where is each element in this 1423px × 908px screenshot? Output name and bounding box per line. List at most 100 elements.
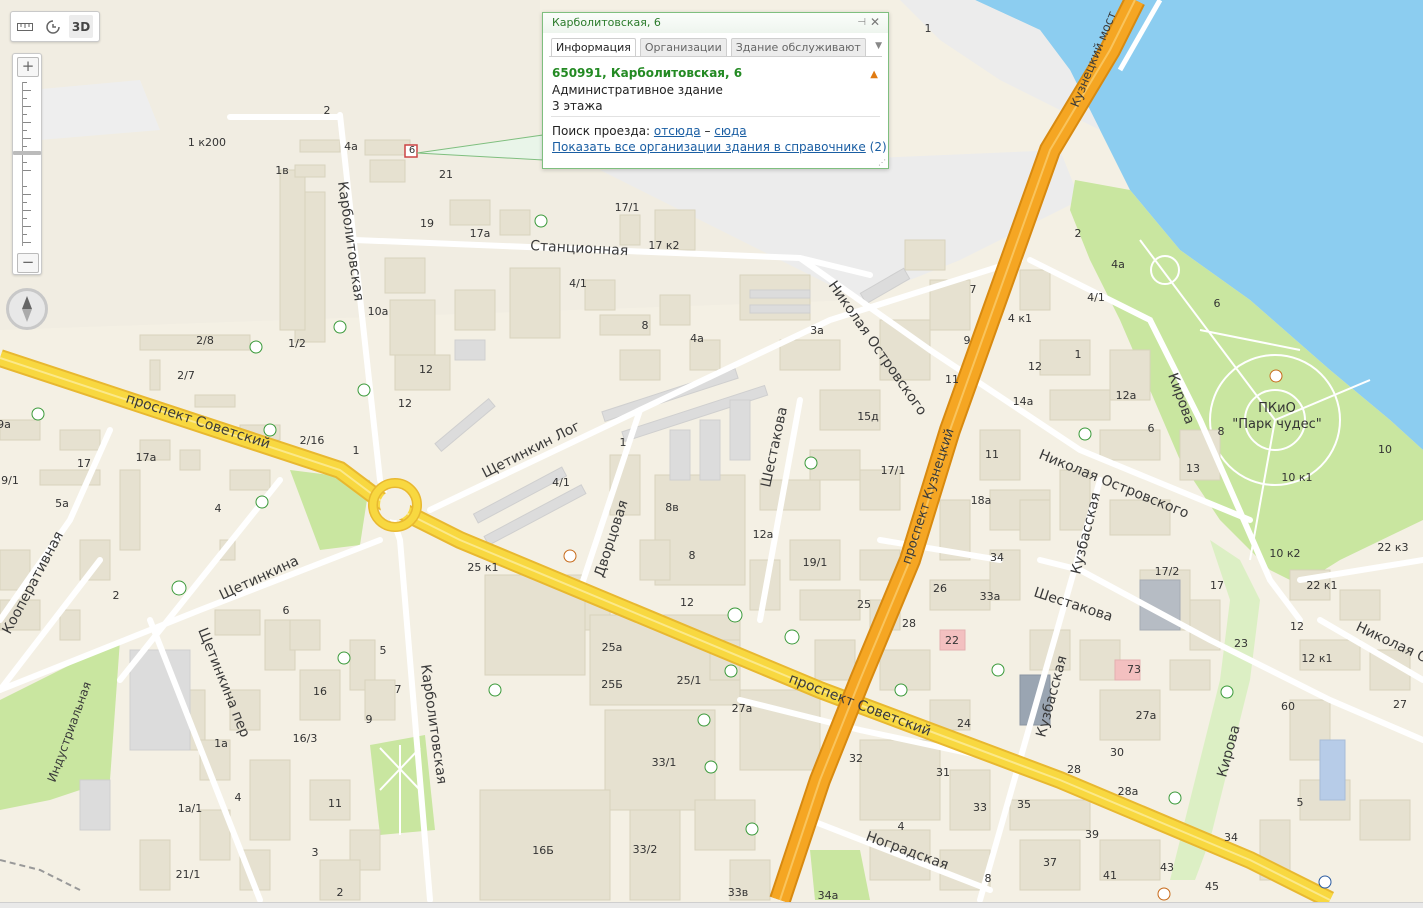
zoom-slider[interactable] bbox=[22, 82, 32, 246]
house-number: 27а bbox=[732, 702, 753, 715]
house-number: 10 к1 bbox=[1281, 471, 1312, 484]
house-number: 17/1 bbox=[881, 464, 906, 477]
bank-icon bbox=[333, 320, 347, 334]
bank-icon bbox=[1220, 685, 1234, 699]
house-number: 3а bbox=[810, 324, 824, 337]
playground-icon bbox=[563, 549, 577, 563]
map-toolbar: 3D bbox=[10, 11, 100, 42]
resize-icon[interactable]: ⋰ bbox=[878, 158, 886, 167]
3d-mode-button[interactable]: 3D bbox=[69, 15, 93, 38]
house-number: 1 bbox=[925, 22, 932, 35]
house-number: 4/1 bbox=[1087, 291, 1105, 304]
house-number: 34 bbox=[990, 551, 1004, 564]
route-from-link[interactable]: отсюда bbox=[654, 124, 701, 138]
house-number: 25/1 bbox=[677, 674, 702, 687]
house-number: 27 bbox=[1393, 698, 1407, 711]
popup-header-title: Карболитовская, 6 bbox=[552, 16, 661, 29]
house-number: 10а bbox=[368, 305, 389, 318]
house-number: 2/8 bbox=[196, 334, 214, 347]
show-all-orgs-link[interactable]: Показать все организации здания в справо… bbox=[552, 140, 866, 154]
close-icon[interactable]: ✕ bbox=[870, 15, 880, 29]
museum-icon bbox=[1078, 427, 1092, 441]
zoom-control: + − bbox=[12, 53, 42, 275]
house-number: 2 bbox=[337, 886, 344, 899]
house-number: 7 bbox=[970, 283, 977, 296]
house-number: 32 bbox=[849, 752, 863, 765]
house-number: 13 bbox=[1186, 462, 1200, 475]
zoom-out-button[interactable]: − bbox=[17, 253, 39, 273]
bank-icon bbox=[249, 340, 263, 354]
house-number: 4а bbox=[690, 332, 704, 345]
zoom-in-button[interactable]: + bbox=[17, 57, 39, 77]
house-number: 35 bbox=[1017, 798, 1031, 811]
popup-header: Карболитовская, 6 ⊣ ✕ bbox=[543, 13, 888, 33]
house-number: 25а bbox=[602, 641, 623, 654]
house-number: 9/1 bbox=[1, 474, 19, 487]
park-name-line2: "Парк чудес" bbox=[1232, 417, 1321, 432]
house-number: 28а bbox=[1118, 785, 1139, 798]
ruler-icon[interactable] bbox=[11, 13, 39, 40]
chevron-down-icon[interactable]: ▼ bbox=[875, 41, 882, 51]
house-number: 17а bbox=[136, 451, 157, 464]
house-number: 12 bbox=[419, 363, 433, 376]
house-number: 2/16 bbox=[300, 434, 325, 447]
house-number: 1 bbox=[620, 436, 627, 449]
house-number: 25Б bbox=[601, 678, 623, 691]
house-number: 8 bbox=[689, 549, 696, 562]
house-number: 16/3 bbox=[293, 732, 318, 745]
zoom-handle[interactable] bbox=[13, 151, 41, 155]
house-number: 5 bbox=[1297, 796, 1304, 809]
house-number: 2 bbox=[113, 589, 120, 602]
house-number: 1в bbox=[275, 164, 288, 177]
history-icon[interactable] bbox=[39, 13, 67, 40]
house-number: 6 bbox=[283, 604, 290, 617]
house-number: 8 bbox=[1218, 425, 1225, 438]
house-number: 33/1 bbox=[652, 756, 677, 769]
floors-count: 3 этажа bbox=[552, 99, 603, 113]
pharmacy-icon bbox=[991, 663, 1005, 677]
address-title: 650991, Карболитовская, 6 bbox=[552, 66, 743, 80]
house-number: 4/1 bbox=[552, 476, 570, 489]
pin-icon[interactable]: ⊣ bbox=[857, 17, 866, 28]
house-number: 22 bbox=[945, 634, 959, 647]
house-number: 4 bbox=[215, 502, 222, 515]
house-number: 17 bbox=[1210, 579, 1224, 592]
house-number: 8в bbox=[665, 501, 678, 514]
house-number: 28 bbox=[1067, 763, 1081, 776]
house-number: 22 к1 bbox=[1306, 579, 1337, 592]
house-number: 12 bbox=[398, 397, 412, 410]
house-number: 12 bbox=[1028, 360, 1042, 373]
compass-button[interactable] bbox=[6, 288, 48, 330]
house-number: 8 bbox=[642, 319, 649, 332]
house-number: 17/1 bbox=[615, 201, 640, 214]
house-number: 21/1 bbox=[176, 868, 201, 881]
route-to-link[interactable]: сюда bbox=[714, 124, 746, 138]
house-number: 9 bbox=[964, 334, 971, 347]
tab-information[interactable]: Информация bbox=[551, 38, 636, 57]
house-number: 28 bbox=[902, 617, 916, 630]
park-name-line1: ПКиО bbox=[1258, 401, 1296, 416]
building-type: Административное здание bbox=[552, 83, 723, 97]
bank-icon bbox=[534, 214, 548, 228]
fuel-icon bbox=[171, 580, 187, 596]
house-number: 30 bbox=[1110, 746, 1124, 759]
warning-icon[interactable]: ▲ bbox=[870, 69, 878, 80]
house-number: 16Б bbox=[532, 844, 554, 857]
tab-organizations[interactable]: Организации bbox=[639, 38, 727, 57]
route-dash: – bbox=[704, 124, 711, 138]
house-number: 6 bbox=[409, 145, 415, 156]
house-number: 17а bbox=[470, 227, 491, 240]
tab-building-services[interactable]: Здание обслуживают bbox=[730, 38, 866, 57]
house-number: 12а bbox=[1116, 389, 1137, 402]
house-number: 25 bbox=[857, 598, 871, 611]
house-number: 73 bbox=[1127, 663, 1141, 676]
house-number: 1а/1 bbox=[178, 802, 202, 815]
house-number: 19 bbox=[420, 217, 434, 230]
house-number: 4 bbox=[235, 791, 242, 804]
bank-icon bbox=[255, 495, 269, 509]
popup-tabs: Информация Организации Здание обслуживаю… bbox=[551, 38, 870, 57]
compass-icon bbox=[22, 296, 32, 322]
show-all-orgs: Показать все организации здания в справо… bbox=[552, 140, 887, 154]
house-number: 45 bbox=[1205, 880, 1219, 893]
house-number: 12 к1 bbox=[1301, 652, 1332, 665]
